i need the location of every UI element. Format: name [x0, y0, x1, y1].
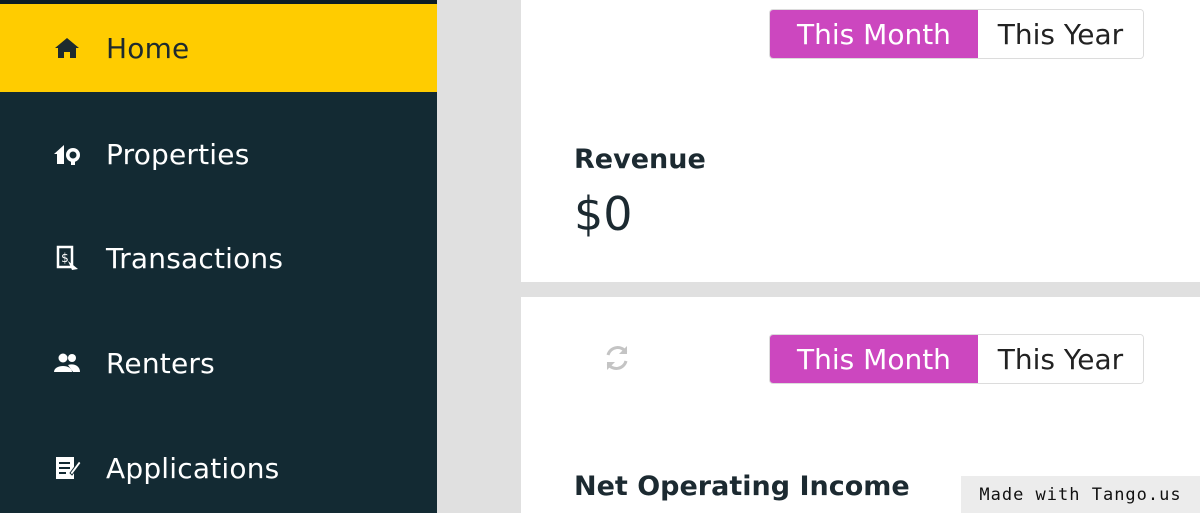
this-month-button[interactable]: This Month [770, 10, 978, 58]
home-icon [52, 33, 82, 63]
sidebar-item-label: Home [106, 31, 190, 65]
transactions-icon: $ [52, 243, 82, 273]
properties-icon [52, 139, 82, 169]
sidebar-item-properties[interactable]: Properties [0, 110, 437, 198]
sidebar-item-label: Properties [106, 137, 250, 171]
revenue-period-toggle: This Month This Year [769, 9, 1144, 59]
sidebar-item-transactions[interactable]: $ Transactions [0, 214, 437, 302]
sidebar-item-home[interactable]: Home [0, 4, 437, 92]
this-year-button[interactable]: This Year [978, 10, 1143, 58]
revenue-label: Revenue [574, 144, 706, 175]
svg-text:$: $ [61, 251, 69, 265]
noi-period-toggle: This Month This Year [769, 334, 1144, 384]
renters-icon [52, 348, 82, 378]
sidebar-item-label: Transactions [106, 241, 284, 275]
applications-icon [52, 453, 82, 483]
refresh-icon[interactable] [600, 341, 634, 375]
sidebar-item-label: Renters [106, 346, 215, 380]
net-operating-income-label: Net Operating Income [574, 471, 910, 502]
sidebar-item-renters[interactable]: Renters [0, 319, 437, 407]
tango-watermark: Made with Tango.us [961, 476, 1200, 513]
this-month-button[interactable]: This Month [770, 335, 978, 383]
revenue-value: $0 [574, 187, 633, 241]
sidebar-item-applications[interactable]: Applications [0, 424, 437, 512]
this-year-button[interactable]: This Year [978, 335, 1143, 383]
sidebar-item-label: Applications [106, 451, 280, 485]
sidebar: Home Properties $ Transactions Renters A… [0, 0, 437, 513]
